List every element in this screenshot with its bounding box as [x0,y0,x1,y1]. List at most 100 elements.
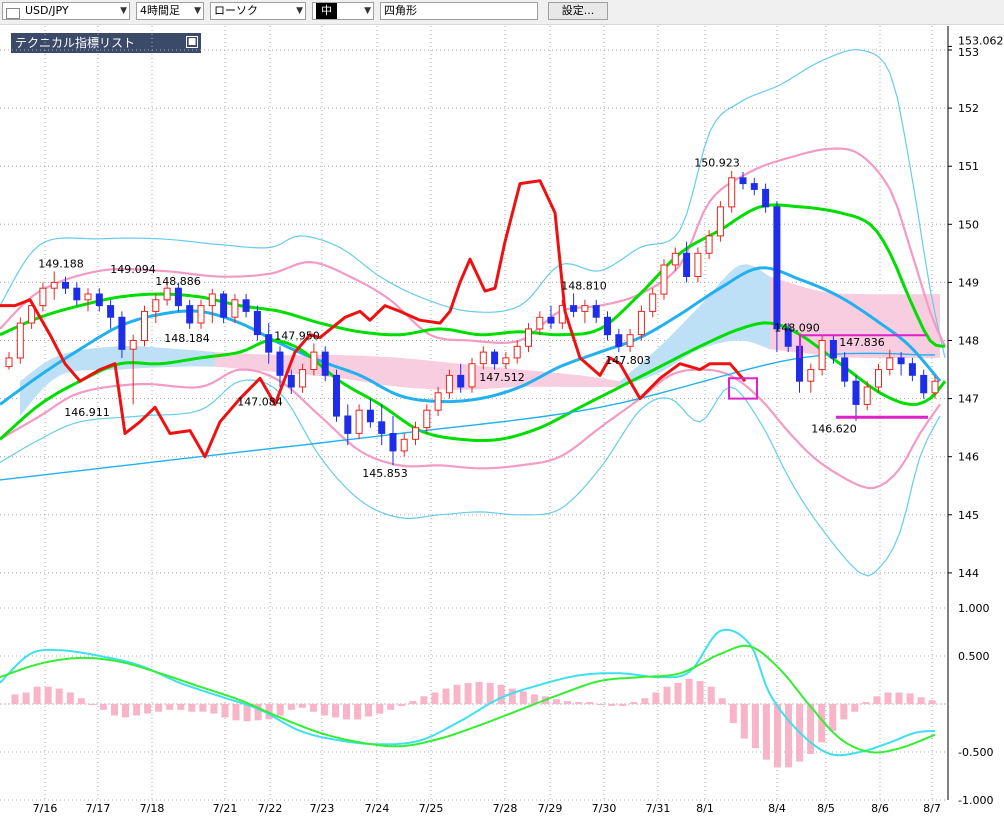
settings-button[interactable]: 設定... [548,2,608,20]
chart-style-select[interactable]: ローソク ▼ [210,2,306,20]
cloud-span-blue [620,264,770,387]
candle-body [118,316,126,350]
candle-body [310,351,318,371]
line-width-select[interactable]: 中 ▼ [312,2,374,20]
date-axis-label: 7/31 [646,802,671,815]
macd-histogram-bar [564,701,571,704]
candle-body [875,369,882,388]
cloud-span-pink [770,276,940,359]
bb-upper-2 [0,49,946,359]
cloud-span-blue [20,346,215,416]
macd-histogram-bar [309,704,317,712]
candle-body [886,357,894,370]
candle-body [5,357,13,368]
price-label: 147.512 [479,371,525,384]
price-label: 146.620 [811,423,857,436]
candle-body [50,281,58,289]
macd-histogram-bar [177,704,185,710]
macd-histogram-bar [155,704,163,712]
shape-field[interactable]: 四角形 [380,2,538,20]
candle-body [931,380,939,394]
macd-histogram-bar [530,694,538,704]
macd-axis-label: 1.000 [958,602,990,615]
macd-histogram-bar [740,704,748,739]
candle-body [141,310,148,341]
macd-panel: 1.000 0.500 -0.500 -1.000 [0,602,993,807]
candle-body [208,293,216,307]
macd-histogram-bar [906,693,914,704]
price-label: 150.923 [694,157,740,170]
candle-body [242,299,250,312]
date-axis-label: 7/22 [258,802,283,815]
macd-line [0,628,936,757]
macd-histogram-bar [122,704,129,718]
macd-histogram-bar [188,704,196,712]
date-axis-label: 7/23 [310,802,335,815]
cloud-span-pink [215,352,620,390]
macd-axis-label: -0.500 [958,746,993,759]
macd-histogram-bar [354,704,362,720]
candle-body [558,305,566,324]
price-label: 148.886 [155,275,201,288]
candle-body [818,340,826,371]
candle-body [807,369,815,382]
indicator-list-panel[interactable]: テクニカル指標リスト ■ [11,33,201,53]
macd-histogram-bar [431,692,439,704]
date-axis-label: 8/7 [923,802,941,815]
timeframe-select[interactable]: 4時間足 ▼ [136,2,204,20]
candle-body [231,299,239,318]
chart-style-label: ローソク [214,4,258,17]
macd-histogram-bar [519,691,527,704]
macd-histogram-bar [243,704,251,722]
candle-body [502,357,510,365]
indicator-list-title: テクニカル指標リスト [15,36,136,50]
candle-body [671,252,679,266]
price-axis-label: 146 [958,451,979,464]
candle-body [581,305,589,312]
macd-histogram-bar [387,704,395,710]
macd-histogram-bar [685,679,693,704]
macd-histogram-bar [840,704,848,720]
macd-axis-label: -1.000 [958,794,993,807]
candle-body [570,305,578,312]
symbol-label: USD/JPY [25,4,69,17]
macd-histogram-bar [320,704,328,716]
candle-body [287,374,295,388]
date-axis-label: 7/18 [140,802,165,815]
macd-histogram-bar [873,696,881,704]
price-label: 149.188 [38,258,84,271]
macd-histogram-bar [11,694,19,704]
ma-blue [0,266,942,406]
date-axis-label: 8/4 [768,802,786,815]
candle-body [615,334,623,347]
chevron-down-icon: ▼ [364,6,371,16]
candle-body [796,345,803,382]
macd-histogram-bar [851,704,859,712]
trendline-cyan [0,352,936,481]
candle-body [389,433,397,452]
macd-histogram-bar [66,692,74,704]
candle-body [920,374,928,394]
candle-body [16,322,24,359]
macd-histogram-bar [298,704,306,708]
macd-histogram-bar [475,681,483,704]
macd-histogram-bar [818,704,826,743]
candle-body [829,340,837,359]
candle-body [705,235,713,254]
bb-lower-1 [0,368,941,490]
macd-histogram-bar [420,696,428,704]
macd-histogram-bar [166,704,174,710]
candle-body [107,305,115,318]
date-axis-label: 8/6 [871,802,889,815]
candle-body [547,316,555,324]
price-axis-label: 150 [958,218,979,231]
macd-histogram-bar [774,704,781,768]
symbol-select[interactable]: USD/JPY ▼ [2,2,130,20]
candle-body [660,264,668,295]
candle-body [321,351,329,376]
macd-histogram-bar [199,704,207,712]
macd-histogram-bar [696,681,704,704]
chevron-down-icon: ▼ [194,6,201,16]
candle-body [423,409,431,429]
close-icon[interactable]: ■ [186,36,198,48]
